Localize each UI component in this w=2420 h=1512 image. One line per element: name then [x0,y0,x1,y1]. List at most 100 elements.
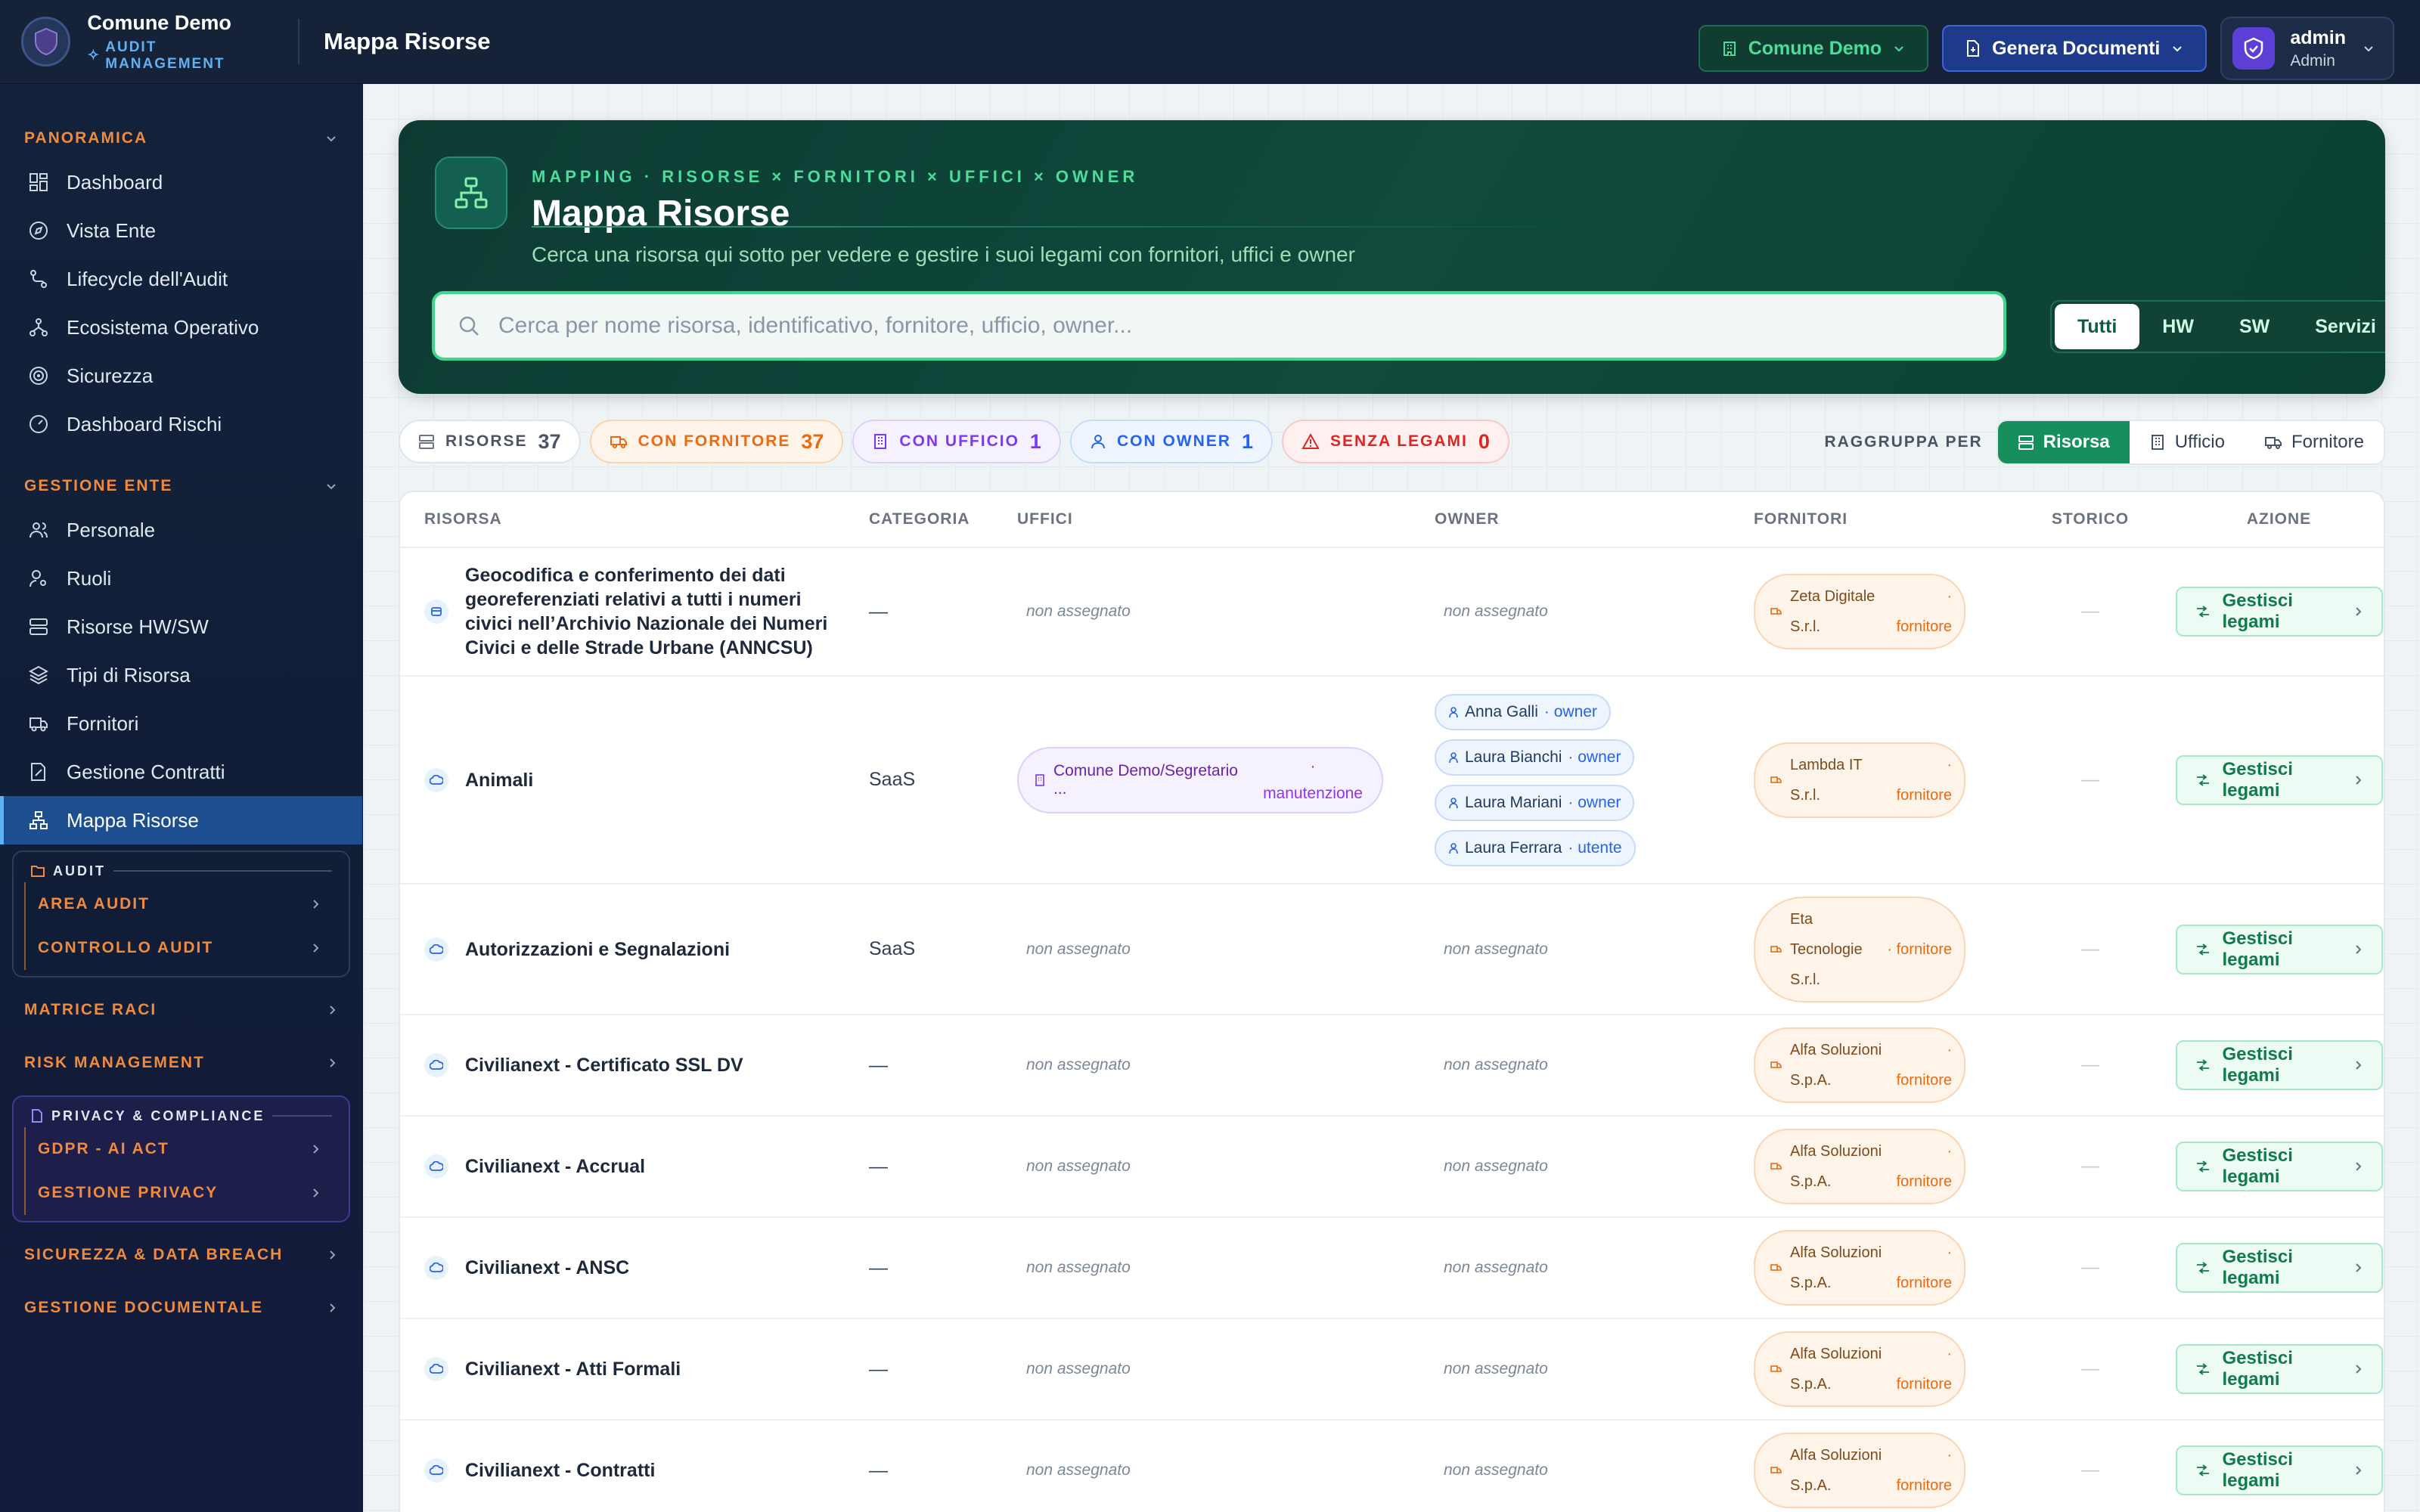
resource-name[interactable]: Civilianext - ANSC [465,1256,629,1280]
sidebar-item-ruoli[interactable]: Ruoli [0,554,362,603]
sidebar-item-gestione-documentale[interactable]: GESTIONE DOCUMENTALE [0,1281,362,1334]
resource-name[interactable]: Civilianext - Certificato SSL DV [465,1053,743,1077]
office-pill[interactable]: Comune Demo/Segretario ... · manutenzione [1017,746,1383,813]
gestisci-legami-button[interactable]: Gestisci legami [2175,1243,2383,1293]
stat-con-fornitore[interactable]: CON FORNITORE 37 [589,420,844,463]
table-row[interactable]: Civilianext - Certificato SSL DV — non a… [400,1015,2384,1117]
supplier-pill[interactable]: Alfa Soluzioni S.p.A. · fornitore [1754,1331,1965,1407]
gestisci-legami-button[interactable]: Gestisci legami [2175,1040,2383,1090]
supplier-pill[interactable]: Alfa Soluzioni S.p.A. · fornitore [1754,1433,1965,1508]
filter-hw[interactable]: HW [2139,304,2217,349]
stat-risorse[interactable]: RISORSE 37 [399,420,581,463]
resource-name[interactable]: Civilianext - Accrual [465,1154,645,1179]
hero-kicker: MAPPING · RISORSE × FORNITORI × UFFICI ×… [532,167,1139,186]
ente-selector-button[interactable]: Comune Demo [1698,25,1929,72]
group-by-risorsa[interactable]: Risorsa [1997,421,2130,463]
supplier-name: Zeta Digitale S.r.l. [1790,588,1876,635]
table-row[interactable]: Civilianext - ANSC — non assegnato non a… [400,1218,2384,1319]
stat-con-owner[interactable]: CON OWNER 1 [1069,420,1273,463]
supplier-pill[interactable]: Zeta Digitale S.r.l. · fornitore [1754,574,1965,649]
supplier-pill[interactable]: Alfa Soluzioni S.p.A. · fornitore [1754,1129,1965,1204]
sidebar-item-label: GESTIONE PRIVACY [38,1184,219,1201]
table-row[interactable]: Animali SaaS Comune Demo/Segretario ... ·… [400,677,2384,885]
table-row[interactable]: Civilianext - Contratti — non assegnato … [400,1421,2384,1512]
search-input[interactable]: Cerca per nome risorsa, identificativo, … [432,291,2006,361]
table-row[interactable]: Autorizzazioni e Segnalazioni SaaS non a… [400,885,2384,1015]
gestisci-legami-button[interactable]: Gestisci legami [2175,1445,2383,1495]
filter-servizi[interactable]: Servizi [2292,304,2385,349]
resource-name[interactable]: Civilianext - Contratti [465,1458,655,1483]
sidebar-item-matrice-raci[interactable]: MATRICE RACI [0,984,362,1036]
filter-sw[interactable]: SW [2217,304,2292,349]
office-unassigned: non assegnato [1026,1461,1131,1479]
owner-pill[interactable]: Laura Mariani · owner [1435,784,1635,821]
group-by-fornitore[interactable]: Fornitore [2245,421,2384,463]
sidebar-item-label: Sicurezza [67,364,154,387]
column-header-risorsa[interactable]: RISORSA [400,510,869,528]
supplier-role: · fornitore [1896,1042,1952,1089]
table-row[interactable]: Civilianext - Atti Formali — non assegna… [400,1319,2384,1421]
sitemap-icon [26,807,51,833]
supplier-pill[interactable]: Lambda IT S.r.l. · fornitore [1754,742,1965,818]
sidebar-item-lifecycle[interactable]: Lifecycle dell'Audit [0,255,362,303]
sidebar-item-dashboard[interactable]: Dashboard [0,158,362,206]
stat-senza-legami[interactable]: SENZA LEGAMI 0 [1281,420,1509,463]
group-by-ufficio[interactable]: Ufficio [2130,421,2245,463]
stat-label: CON FORNITORE [638,432,791,450]
table-row[interactable]: Civilianext - Accrual — non assegnato no… [400,1117,2384,1218]
column-header-uffici[interactable]: UFFICI [1014,510,1430,528]
sidebar-item-risk-management[interactable]: RISK MANAGEMENT [0,1036,362,1089]
stat-label: SENZA LEGAMI [1329,432,1468,450]
table-row[interactable]: Geocodifica e conferimento dei dati geor… [400,548,2384,677]
section-gestione-ente[interactable]: GESTIONE ENTE [0,471,362,501]
sidebar-item-sicurezza[interactable]: Sicurezza [0,352,362,400]
supplier-role: · fornitore [1896,588,1952,635]
column-header-fornitori[interactable]: FORNITORI [1745,510,2006,528]
owner-pill[interactable]: Laura Ferrara · utente [1435,829,1636,866]
resource-name[interactable]: Civilianext - Atti Formali [465,1357,681,1381]
sidebar-item-dashboard-rischi[interactable]: Dashboard Rischi [0,400,362,448]
truck-icon [26,711,51,736]
sidebar-item-ecosistema[interactable]: Ecosistema Operativo [0,303,362,352]
sidebar-item-vista-ente[interactable]: Vista Ente [0,206,362,255]
sidebar-item-risorse[interactable]: Risorse HW/SW [0,603,362,651]
resource-name[interactable]: Autorizzazioni e Segnalazioni [465,937,730,962]
supplier-pill[interactable]: Alfa Soluzioni S.p.A. · fornitore [1754,1027,1965,1103]
sidebar-item-fornitori[interactable]: Fornitori [0,699,362,748]
supplier-pill[interactable]: Eta Tecnologie S.r.l. · fornitore [1754,896,1965,1002]
gestisci-legami-button[interactable]: Gestisci legami [2175,587,2383,637]
resource-name[interactable]: Animali [465,768,533,792]
gestisci-legami-button[interactable]: Gestisci legami [2175,1142,2383,1191]
column-header-owner[interactable]: OWNER [1430,510,1745,528]
truck-icon [1770,1364,1782,1374]
genera-label: Genera Documenti [1992,37,2161,59]
column-header-categoria[interactable]: CATEGORIA [869,510,1014,528]
user-menu[interactable]: admin Admin [2220,17,2394,80]
sidebar-item-contratti[interactable]: Gestione Contratti [0,748,362,796]
owner-pill[interactable]: Laura Bianchi · owner [1435,739,1635,776]
filter-tutti[interactable]: Tutti [2055,304,2140,349]
resource-category: — [869,1358,888,1380]
supplier-pill[interactable]: Alfa Soluzioni S.p.A. · fornitore [1754,1230,1965,1306]
gestisci-legami-button[interactable]: Gestisci legami [2175,754,2383,805]
gestisci-legami-button[interactable]: Gestisci legami [2175,1344,2383,1394]
genera-documenti-button[interactable]: Genera Documenti [1942,25,2207,72]
sidebar-item-label: GDPR - AI ACT [38,1140,169,1157]
sidebar-item-mappa-risorse[interactable]: Mappa Risorse [0,796,362,844]
brand[interactable]: Comune Demo ✧ AUDIT MANAGEMENT [0,0,280,84]
sidebar-item-controllo-audit[interactable]: CONTROLLO AUDIT [24,926,338,970]
resource-name[interactable]: Geocodifica e conferimento dei dati geor… [465,563,828,660]
sidebar-item-tipi-risorsa[interactable]: Tipi di Risorsa [0,651,362,699]
sidebar-item-sicurezza-data-breach[interactable]: SICUREZZA & DATA BREACH [0,1228,362,1281]
section-panoramica[interactable]: PANORAMICA [0,123,362,153]
gestisci-legami-button[interactable]: Gestisci legami [2175,924,2383,974]
sidebar-item-gestione-privacy[interactable]: GESTIONE PRIVACY [24,1171,338,1215]
sidebar-item-area-audit[interactable]: AREA AUDIT [24,882,338,926]
owner-pill[interactable]: Anna Galli · owner [1435,693,1611,730]
stat-con-ufficio[interactable]: CON UFFICIO 1 [852,420,1061,463]
office-unassigned: non assegnato [1026,603,1131,620]
sidebar-item-personale[interactable]: Personale [0,506,362,554]
sidebar-item-gdpr[interactable]: GDPR - AI ACT [24,1127,338,1171]
user-name: admin [2290,26,2346,48]
column-header-storico[interactable]: STORICO [2006,510,2174,528]
